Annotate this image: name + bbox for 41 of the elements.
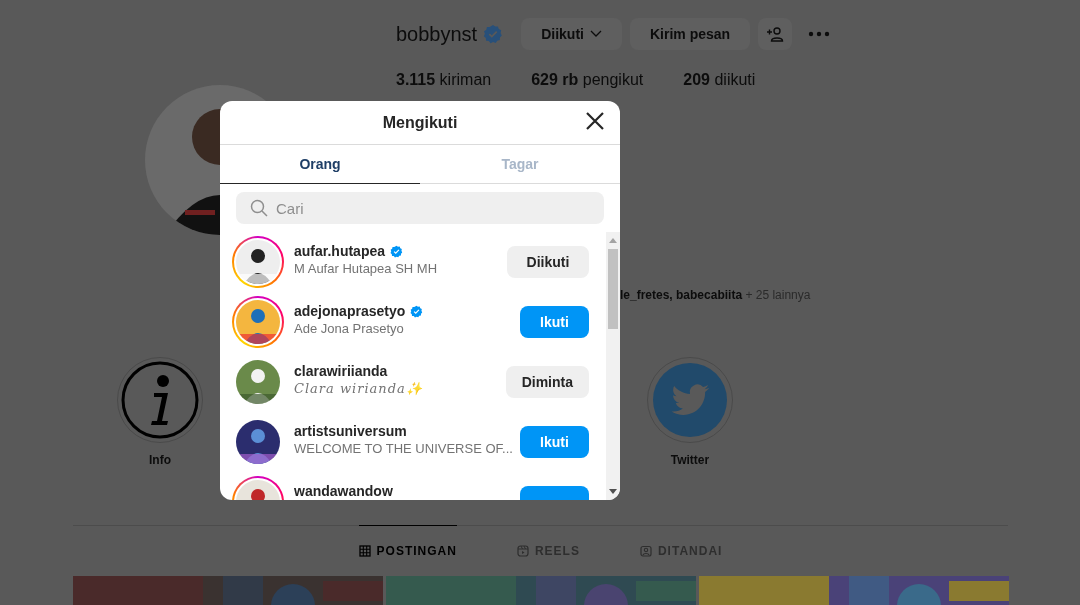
user-avatar[interactable]: [232, 236, 284, 288]
scrollbar[interactable]: [606, 232, 620, 500]
user-fullname: M Aufar Hutapea SH MH: [294, 261, 438, 276]
scroll-down-icon[interactable]: [609, 489, 617, 495]
profile-stat[interactable]: 209 diikuti: [683, 71, 756, 89]
add-person-icon: [766, 26, 785, 42]
dialog-tab[interactable]: Orang: [220, 145, 420, 184]
search-field[interactable]: Cari: [236, 192, 604, 224]
user-fullname: Ade Jona Prasetyo: [294, 321, 404, 336]
info-icon: [121, 361, 199, 439]
user-username[interactable]: clarawiriianda: [294, 363, 388, 379]
bird-icon: [651, 361, 729, 439]
user-username[interactable]: adejonaprasetyo: [294, 303, 406, 319]
dialog-tab[interactable]: Tagar: [420, 145, 620, 184]
scroll-up-icon[interactable]: [609, 237, 617, 243]
user-fullname: Clara wirianda✨: [294, 381, 423, 396]
dialog-title: Mengikuti: [382, 113, 458, 132]
chevron-down-icon: [589, 30, 602, 38]
following-button[interactable]: Diikuti: [521, 18, 622, 50]
message-button[interactable]: Kirim pesan: [629, 18, 751, 50]
user-username[interactable]: artistsuniversum: [294, 423, 407, 439]
scrollbar-thumb[interactable]: [608, 249, 618, 329]
follow-button[interactable]: Ikuti: [520, 426, 589, 458]
highlight-label: Info: [149, 453, 171, 467]
user-fullname: WELCOME TO THE UNIVERSE OF...: [294, 441, 513, 456]
profile-stat[interactable]: 629 rb pengikut: [531, 71, 644, 89]
requested-button[interactable]: Diminta: [505, 366, 589, 398]
add-person-button[interactable]: [758, 18, 793, 50]
profile-stat[interactable]: 3.115 kiriman: [396, 71, 492, 89]
follow-button[interactable]: Ikuti: [520, 306, 589, 338]
tagged-icon: [639, 545, 652, 557]
user-username[interactable]: wandawandow: [294, 483, 393, 499]
highlight-label: Twitter: [670, 453, 710, 467]
reels-icon: [516, 545, 529, 557]
search-icon: [250, 199, 268, 217]
close-button[interactable]: [584, 110, 606, 132]
following-button[interactable]: Diikuti: [507, 246, 589, 278]
profile-username: bobbynst: [396, 24, 478, 44]
user-username[interactable]: aufar.hutapea: [294, 243, 386, 259]
grid-icon: [358, 545, 371, 557]
more-icon: [808, 31, 831, 37]
